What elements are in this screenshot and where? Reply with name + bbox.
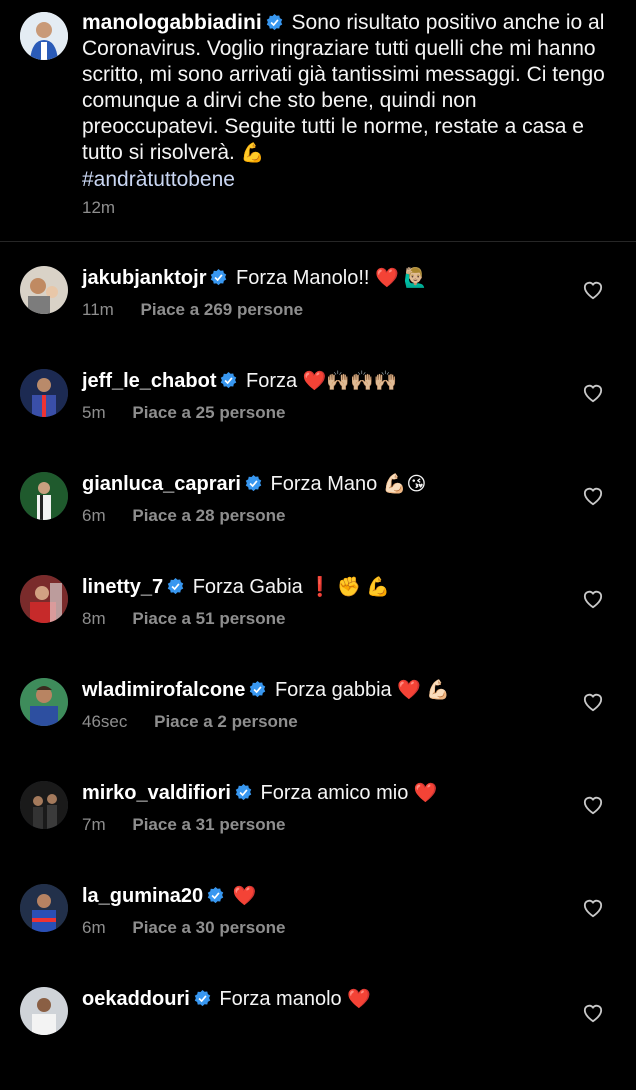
comment: la_gumina20 ❤️ 6m Piace a 30 persone	[0, 884, 636, 987]
comment-username[interactable]: linetty_7	[82, 576, 163, 598]
original-post: manologabbiadini Sono risultato positivo…	[0, 0, 636, 240]
verified-badge-icon	[167, 578, 184, 595]
verified-badge-icon	[207, 887, 224, 904]
comment-body: Forza Manolo!!	[236, 267, 370, 289]
comment-meta: 7m Piace a 31 persone	[82, 815, 285, 835]
comment-time: 7m	[82, 815, 106, 834]
comment-avatar[interactable]	[20, 266, 68, 314]
comment-time: 8m	[82, 609, 106, 628]
heart-outline-icon[interactable]	[582, 383, 604, 403]
comment-text: jakubjanktojr Forza Manolo!! ❤️ 🙋🏼‍♂️	[82, 264, 428, 293]
comment-avatar[interactable]	[20, 369, 68, 417]
comment-body: Forza Mano	[270, 473, 378, 495]
comment-body: Forza manolo	[219, 988, 342, 1010]
divider	[0, 241, 636, 242]
comment-text: wladimirofalcone Forza gabbia ❤️ 💪🏻	[82, 676, 450, 705]
comment-text: mirko_valdifiori Forza amico mio ❤️	[82, 779, 438, 808]
comment-emoji: ❤️	[347, 989, 371, 1010]
flexed-biceps-emoji: 💪	[240, 143, 265, 164]
verified-badge-icon	[245, 475, 262, 492]
comment-emoji: ❤️	[232, 886, 257, 907]
comment-avatar[interactable]	[20, 472, 68, 520]
comment-likes[interactable]: Piace a 31 persone	[132, 815, 285, 834]
comment-time: 5m	[82, 403, 106, 422]
verified-badge-icon	[235, 784, 252, 801]
comment-text: oekaddouri Forza manolo ❤️	[82, 985, 371, 1014]
comment-avatar[interactable]	[20, 575, 68, 623]
comment-avatar[interactable]	[20, 678, 68, 726]
comment-username[interactable]: oekaddouri	[82, 988, 190, 1010]
comment-text: linetty_7 Forza Gabia ❗ ✊ 💪	[82, 573, 390, 602]
comment-text: gianluca_caprari Forza Mano 💪🏻😘	[82, 470, 426, 499]
comment-meta: 8m Piace a 51 persone	[82, 609, 285, 629]
verified-badge-icon	[221, 372, 237, 389]
comment: wladimirofalcone Forza gabbia ❤️ 💪🏻 46se…	[0, 678, 636, 781]
comment-likes[interactable]: Piace a 25 persone	[132, 403, 285, 422]
heart-outline-icon[interactable]	[582, 692, 604, 712]
comment-meta: 46sec Piace a 2 persone	[82, 712, 298, 732]
comment-emoji: ❤️ 🙋🏼‍♂️	[375, 268, 428, 289]
post-author-avatar[interactable]	[20, 12, 68, 60]
heart-outline-icon[interactable]	[582, 589, 604, 609]
heart-outline-icon[interactable]	[582, 795, 604, 815]
comment-username[interactable]: jeff_le_chabot	[82, 370, 216, 392]
post-hashtag[interactable]: #andràtuttobene	[82, 168, 235, 191]
comment: jakubjanktojr Forza Manolo!! ❤️ 🙋🏼‍♂️ 11…	[0, 266, 636, 369]
comment-emoji: ❤️ 💪🏻	[397, 680, 450, 701]
heart-outline-icon[interactable]	[582, 1003, 604, 1023]
comment-text: jeff_le_chabot Forza ❤️🙌🏼🙌🏼🙌🏼	[82, 367, 397, 396]
comment-likes[interactable]: Piace a 30 persone	[132, 918, 285, 937]
comment-meta: 6m Piace a 28 persone	[82, 506, 285, 526]
comment-likes[interactable]: Piace a 269 persone	[141, 300, 304, 319]
verified-badge-icon	[194, 990, 211, 1007]
comment-avatar[interactable]	[20, 884, 68, 932]
comment-likes[interactable]: Piace a 28 persone	[132, 506, 285, 525]
post-timestamp: 12m	[82, 198, 116, 217]
post-caption: manologabbiadini Sono risultato positivo…	[82, 10, 612, 193]
comment-emoji: ❤️🙌🏼🙌🏼🙌🏼	[302, 371, 398, 392]
heart-outline-icon[interactable]	[582, 486, 604, 506]
comment-emoji: ❗ ✊ 💪	[308, 577, 390, 598]
comment: gianluca_caprari Forza Mano 💪🏻😘 6m Piace…	[0, 472, 636, 575]
comment-emoji: ❤️	[413, 783, 438, 804]
comment-username[interactable]: mirko_valdifiori	[82, 782, 231, 804]
comment: jeff_le_chabot Forza ❤️🙌🏼🙌🏼🙌🏼 5m Piace a…	[0, 369, 636, 472]
verified-badge-icon	[211, 269, 227, 286]
heart-outline-icon[interactable]	[582, 280, 604, 300]
comment-username[interactable]: wladimirofalcone	[82, 679, 245, 701]
comment-username[interactable]: la_gumina20	[82, 885, 203, 907]
verified-badge-icon	[250, 681, 266, 698]
comment-avatar[interactable]	[20, 781, 68, 829]
comment-emoji: 💪🏻😘	[382, 474, 427, 495]
comment-username[interactable]: gianluca_caprari	[82, 473, 241, 495]
comment-time: 11m	[82, 300, 114, 319]
verified-badge-icon	[266, 14, 282, 31]
comment-body: Forza gabbia	[274, 679, 392, 701]
post-username[interactable]: manologabbiadini	[82, 11, 262, 34]
comment-text: la_gumina20 ❤️	[82, 882, 256, 911]
heart-outline-icon[interactable]	[582, 898, 604, 918]
comment: linetty_7 Forza Gabia ❗ ✊ 💪 8m Piace a 5…	[0, 575, 636, 678]
comment-time: 6m	[82, 506, 106, 525]
comment-meta: 5m Piace a 25 persone	[82, 403, 285, 423]
comment-likes[interactable]: Piace a 2 persone	[154, 712, 298, 731]
comment: mirko_valdifiori Forza amico mio ❤️ 7m P…	[0, 781, 636, 884]
comment: oekaddouri Forza manolo ❤️	[0, 987, 636, 1090]
comment-body: Forza amico mio	[260, 782, 409, 804]
comment-likes[interactable]: Piace a 51 persone	[132, 609, 285, 628]
comment-meta: 6m Piace a 30 persone	[82, 918, 285, 938]
comment-time: 6m	[82, 918, 106, 937]
comment-time: 46sec	[82, 712, 128, 731]
comment-avatar[interactable]	[20, 987, 68, 1035]
comment-username[interactable]: jakubjanktojr	[82, 267, 206, 289]
comment-body: Forza Gabia	[192, 576, 303, 598]
comment-body: Forza	[246, 370, 298, 392]
comment-meta: 11m Piace a 269 persone	[82, 300, 303, 320]
